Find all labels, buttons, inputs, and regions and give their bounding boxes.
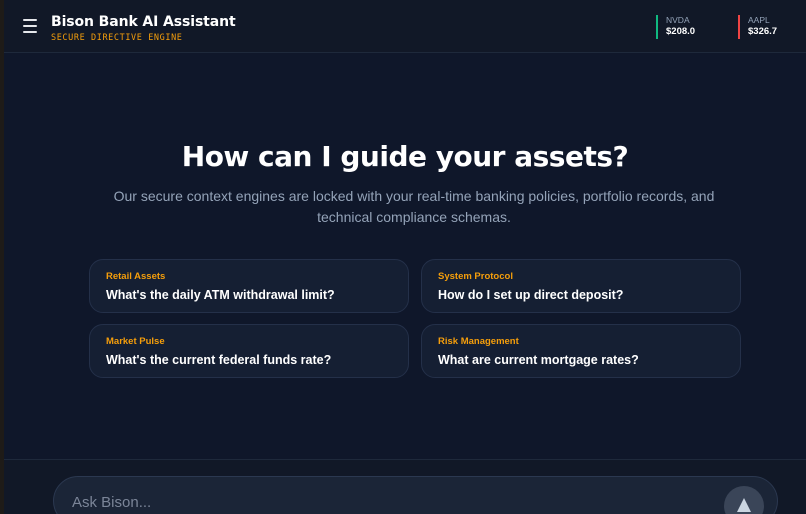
chat-input[interactable] — [72, 489, 672, 514]
suggestion-category: System Protocol — [438, 271, 513, 282]
suggestion-category: Market Pulse — [106, 336, 165, 347]
suggestion-category: Risk Management — [438, 336, 519, 347]
suggestion-card[interactable]: Retail Assets What's the daily ATM withd… — [89, 259, 409, 313]
suggestion-card[interactable]: Risk Management What are current mortgag… — [421, 324, 741, 378]
suggestion-card[interactable]: System Protocol How do I set up direct d… — [421, 259, 741, 313]
suggestion-card[interactable]: Market Pulse What's the current federal … — [89, 324, 409, 378]
suggestion-category: Retail Assets — [106, 271, 166, 282]
app-title: Bison Bank AI Assistant — [51, 14, 236, 30]
hero-subtitle: Our secure context engines are locked wi… — [113, 188, 715, 225]
main-content: How can I guide your assets? Our secure … — [4, 54, 806, 459]
suggestion-question: What are current mortgage rates? — [438, 353, 639, 367]
ticker-price: $208.0 — [666, 26, 696, 37]
ticker-price: $326.7 — [748, 26, 778, 37]
hero-title: How can I guide your assets? — [181, 140, 629, 173]
brand: Bison Bank AI Assistant SECURE DIRECTIVE… — [51, 14, 236, 43]
suggestion-question: What's the daily ATM withdrawal limit? — [106, 288, 335, 302]
suggestion-question: What's the current federal funds rate? — [106, 353, 332, 367]
send-button[interactable] — [724, 486, 764, 514]
composer-pill — [53, 476, 778, 514]
send-arrow-icon — [737, 498, 751, 512]
top-header: Bison Bank AI Assistant SECURE DIRECTIVE… — [4, 0, 806, 53]
ticker-nvda: NVDA $208.0 — [656, 15, 695, 39]
ticker-symbol: AAPL — [748, 15, 770, 25]
composer-bar — [4, 459, 806, 514]
suggestion-question: How do I set up direct deposit? — [438, 288, 624, 302]
ticker-aapl: AAPL $326.7 — [738, 15, 777, 39]
ticker-symbol: NVDA — [666, 15, 690, 25]
app-subtitle: SECURE DIRECTIVE ENGINE — [51, 33, 183, 43]
app-window: Bison Bank AI Assistant SECURE DIRECTIVE… — [0, 0, 806, 514]
hamburger-icon[interactable] — [23, 19, 39, 33]
